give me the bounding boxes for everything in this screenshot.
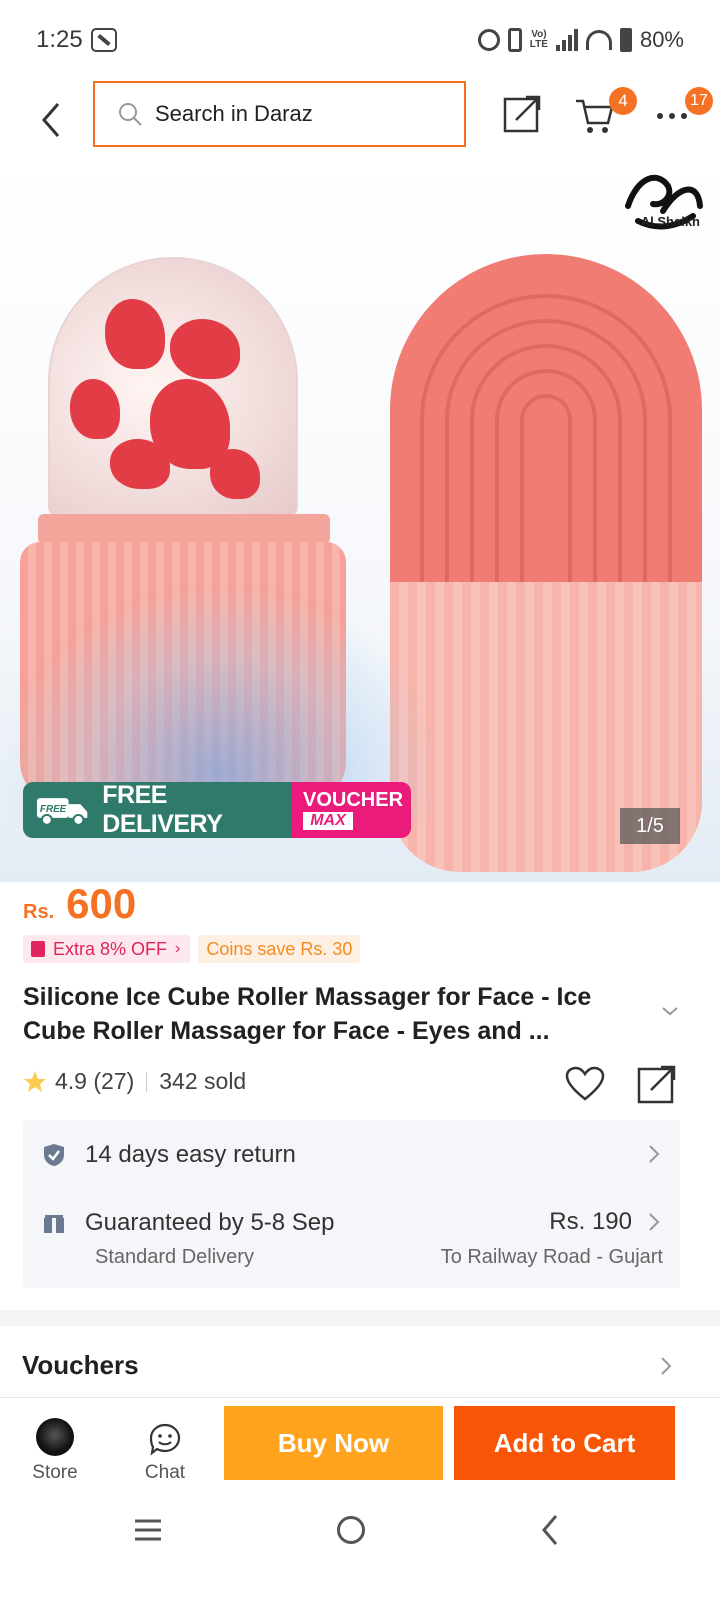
volte-icon: Vo) LTE [529,29,548,50]
notification-icon [90,28,117,52]
add-to-cart-button[interactable]: Add to Cart [454,1406,675,1480]
chevron-right-icon: › [175,940,181,957]
wishlist-heart-icon[interactable] [565,1066,605,1102]
free-delivery-section: FREE FREE DELIVERY [23,782,291,838]
product-title: Silicone Ice Cube Roller Massager for Fa… [23,983,592,1045]
cart-count-badge: 4 [609,87,637,115]
star-icon [24,1070,46,1092]
rating-value: 4.9 (27) [55,1068,135,1094]
rating-row[interactable]: 4.9 (27) 342 sold [23,1068,246,1095]
share-product-icon[interactable] [637,1064,677,1104]
system-back-icon[interactable] [540,1514,560,1546]
extra-off-label: Extra 8% OFF [53,938,168,959]
alarm-icon [477,29,500,51]
product-image-ice-chamber [48,257,298,517]
delivery-row[interactable]: Guaranteed by 5-8 Sep Rs. 190 [43,1208,660,1238]
section-divider [0,1310,720,1326]
chevron-right-icon [649,1145,660,1163]
top-nav: Search in Daraz 4 17 [0,80,720,160]
battery-text: 80% [639,27,684,52]
delivery-fee: Rs. 190 [549,1208,632,1235]
gift-box-icon [44,1213,64,1233]
wifi-icon [585,30,612,50]
delivery-guarantee-label: Guaranteed by 5-8 Sep [85,1209,335,1236]
battery-icon [619,28,632,52]
vouchers-row[interactable]: Vouchers [0,1326,720,1398]
search-icon [119,103,142,126]
brand-logo [625,174,703,230]
store-button[interactable]: Store [20,1418,90,1484]
back-arrow-icon[interactable] [34,100,70,140]
buy-now-button[interactable]: Buy Now [224,1406,443,1480]
search-input[interactable]: Search in Daraz [93,81,466,147]
product-image-ring [38,514,330,544]
chevron-down-icon[interactable] [660,1004,680,1018]
voucher-max-label: MAX [303,812,353,830]
store-avatar [36,1418,74,1456]
system-navigation-bar [0,1498,720,1608]
share-icon[interactable] [502,94,542,134]
price-row: Rs. 600 [23,880,136,928]
free-tag: FREE [40,804,67,815]
notifications-badge: 17 [685,87,713,115]
search-placeholder: Search in Daraz [155,101,313,126]
chat-icon [149,1423,181,1456]
store-label: Store [32,1462,78,1483]
return-policy-row[interactable]: 14 days easy return [43,1140,660,1170]
voucher-max-section: VOUCHER MAX [291,782,411,838]
vibrate-icon [507,28,522,52]
price-value: 600 [66,880,137,927]
coins-label: Coins save Rs. 30 [206,938,353,959]
recent-apps-icon[interactable] [133,1518,163,1542]
chat-label: Chat [144,1462,186,1483]
home-icon[interactable] [337,1516,365,1544]
price-currency: Rs. [23,901,55,923]
voucher-label: VOUCHER [303,789,404,811]
more-icon[interactable] [656,112,692,120]
bottom-action-bar: Store Chat Buy Now Add to Cart [0,1398,720,1498]
divider [146,1071,148,1092]
image-counter: 1/5 [620,808,680,844]
status-bar: 1:25 Vo) LTE 80% [0,0,720,80]
promo-row: Extra 8% OFF › Coins save Rs. 30 [23,935,361,963]
extra-off-badge[interactable]: Extra 8% OFF › [23,935,191,963]
coupon-icon [31,941,45,957]
coins-badge: Coins save Rs. 30 [198,935,361,963]
chevron-right-icon [649,1213,660,1231]
sold-count: 342 sold [159,1068,247,1094]
delivery-destination: To Railway Road - Gujart [440,1246,663,1268]
delivery-type: Standard Delivery [95,1246,254,1268]
product-image-gallery[interactable]: Al Shaikh FREE FREE DELIVERY VOUCHER MAX… [0,162,720,882]
status-time: 1:25 [36,26,83,53]
vouchers-title: Vouchers [22,1350,139,1380]
status-icons: Vo) LTE 80% [477,27,684,53]
free-delivery-label: FREE DELIVERY [102,782,223,838]
chevron-right-icon [661,1357,672,1375]
truck-icon: FREE [36,798,88,826]
chat-button[interactable]: Chat [130,1422,200,1488]
return-policy-label: 14 days easy return [85,1141,296,1168]
brand-logo-text: Al Shaikh [640,214,700,229]
shield-check-icon [44,1144,64,1166]
product-image-cap [390,254,702,584]
signal-icon [555,29,578,51]
service-info-box: 14 days easy return Guaranteed by 5-8 Se… [23,1120,680,1288]
free-delivery-banner: FREE FREE DELIVERY VOUCHER MAX [23,782,411,838]
